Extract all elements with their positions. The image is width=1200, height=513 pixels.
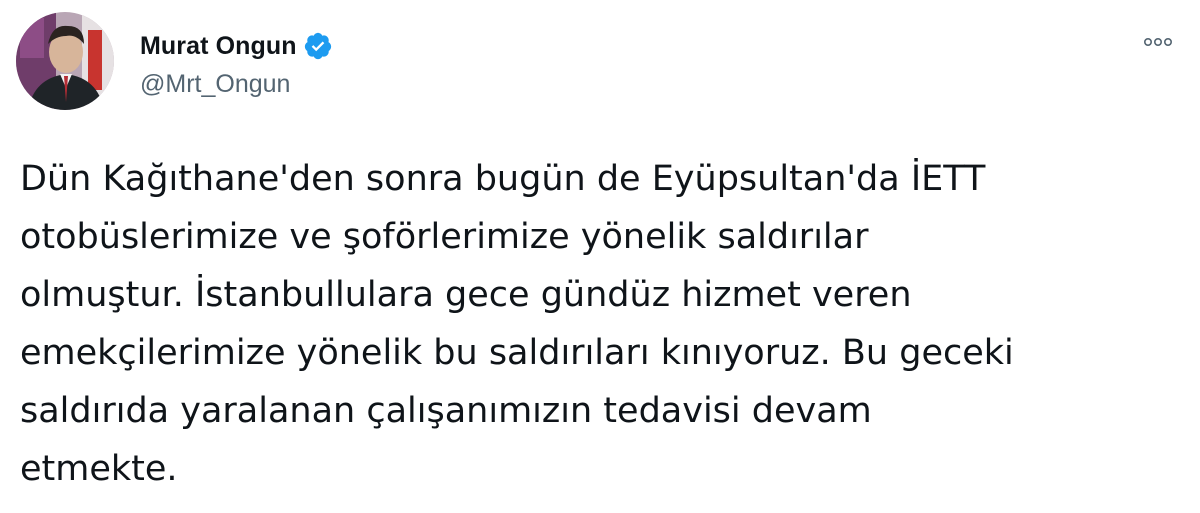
- tweet-text-line: olmuştur. İstanbullulara gece gündüz hiz…: [20, 275, 912, 315]
- display-name[interactable]: Murat Ongun: [140, 32, 297, 61]
- tweet-text-line: emekçilerimize yönelik bu saldırıları kı…: [20, 333, 1014, 373]
- tweet-text-line: saldırıda yaralanan çalışanımızın tedavi…: [20, 391, 872, 431]
- avatar[interactable]: [16, 12, 114, 110]
- more-options-icon: [1143, 37, 1172, 47]
- display-name-row: Murat Ongun: [140, 28, 333, 64]
- avatar-image: [16, 12, 114, 110]
- tweet-header: Murat Ongun @Mrt_Ongun: [16, 12, 1184, 112]
- author-names: Murat Ongun @Mrt_Ongun: [140, 28, 333, 99]
- more-options-button[interactable]: [1138, 30, 1178, 54]
- tweet-text-line: etmekte.: [20, 449, 178, 489]
- verified-badge-icon: [303, 31, 333, 61]
- tweet-text-line: Dün Kağıthane'den sonra bugün de Eyüpsul…: [20, 159, 986, 199]
- tweet-text-line: otobüslerimize ve şoförlerimize yönelik …: [20, 217, 869, 257]
- tweet-text: Dün Kağıthane'den sonra bugün de Eyüpsul…: [20, 150, 1180, 498]
- tweet-card: Murat Ongun @Mrt_Ongun Dün Kağıthane'den…: [0, 0, 1200, 513]
- author-handle[interactable]: @Mrt_Ongun: [140, 70, 333, 99]
